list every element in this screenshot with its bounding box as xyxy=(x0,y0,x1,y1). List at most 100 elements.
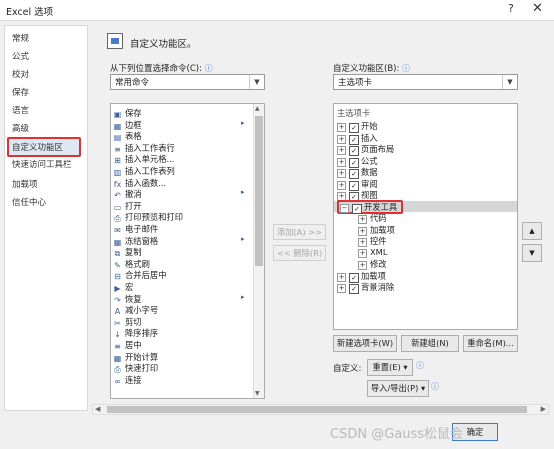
command-list-item[interactable]: A 减小字号 xyxy=(113,304,159,316)
expand-icon[interactable]: + xyxy=(358,248,367,258)
new-group-button[interactable]: 新建组(N) xyxy=(401,335,459,352)
watermark: CSDN @Gauss松鼠会 xyxy=(330,427,464,442)
tree-header: 主选项卡 xyxy=(337,108,371,118)
tree-node-label: 公式 xyxy=(361,155,378,166)
command-label: 开始计算 xyxy=(125,351,159,362)
command-list-item[interactable]: ⎙ 快速打印 xyxy=(113,362,158,374)
command-list-item[interactable]: ≡ 居中 xyxy=(113,339,141,351)
command-list-item[interactable]: ▥ 插入工作表列 xyxy=(113,165,175,177)
commands-scroll-thumb[interactable] xyxy=(255,116,263,266)
ribbon-group-node[interactable]: + 加载项 xyxy=(358,224,395,236)
horizontal-scroll-thumb[interactable] xyxy=(107,406,527,413)
command-label: 减小字号 xyxy=(125,305,159,316)
ribbon-group-node[interactable]: + 修改 xyxy=(358,258,387,270)
customize-ribbon-dropdown[interactable]: 主选项卡 ▼ xyxy=(333,74,518,90)
command-list-item[interactable]: ↶ 撤消 ▸ xyxy=(113,188,244,200)
tree-node-label: 开始 xyxy=(361,121,378,131)
command-list-item[interactable]: ∞ 连接 xyxy=(113,374,141,386)
customize-ribbon-icon xyxy=(107,33,123,49)
command-list-item[interactable]: fx 插入函数... xyxy=(113,177,166,189)
remove-button[interactable]: << 删除(R) xyxy=(273,245,326,261)
command-list-item[interactable]: ▶ 宏 xyxy=(113,281,133,293)
ribbon-tab-node[interactable]: + ✓ 插入 xyxy=(337,132,378,145)
command-list-item[interactable]: ▦ 冻结窗格 ▸ xyxy=(113,235,245,247)
command-list-item[interactable]: ↷ 恢复 ▸ xyxy=(113,293,244,305)
nav-item-addins[interactable]: 加载项 xyxy=(12,178,38,190)
horizontal-scrollbar[interactable]: ◀ ▶ xyxy=(92,404,549,415)
command-list-item[interactable]: ▦ 开始计算 xyxy=(113,351,159,363)
nav-item-formulas[interactable]: 公式 xyxy=(12,50,29,62)
command-list-item[interactable]: ✉ 电子邮件 xyxy=(113,223,159,235)
tree-node-label: XML xyxy=(370,246,388,257)
command-list-item[interactable]: ▣ 保存 xyxy=(113,107,142,119)
nav-item-trust-center[interactable]: 信任中心 xyxy=(12,196,46,208)
command-list-item[interactable]: ⊟ 合并后居中 xyxy=(113,269,167,281)
command-list-item[interactable]: ↓ 降序排序 xyxy=(113,327,159,339)
tab-checkbox[interactable]: ✓ xyxy=(349,284,359,294)
info-icon: ⓘ xyxy=(204,64,213,73)
tree-node-label: 数据 xyxy=(361,167,378,177)
nav-item-customize-ribbon[interactable]: 自定义功能区 xyxy=(7,137,81,157)
window-title: Excel 选项 xyxy=(6,7,54,18)
command-list-item[interactable]: ✎ 格式刷 xyxy=(113,258,150,270)
command-label: 插入单元格... xyxy=(125,154,175,165)
command-label: 打开 xyxy=(125,200,142,211)
collapse-icon[interactable]: − xyxy=(340,203,349,213)
nav-item-quick-access-toolbar[interactable]: 快速访问工具栏 xyxy=(12,158,72,170)
reset-button[interactable]: 重置(E) ▾ xyxy=(367,359,413,376)
new-tab-button[interactable]: 新建选项卡(W) xyxy=(333,335,397,352)
customize-ribbon-label: 自定义功能区(B): ⓘ xyxy=(333,62,410,74)
command-label: 冻结窗格 xyxy=(125,235,159,246)
ribbon-tab-node[interactable]: + ✓ 加载项 xyxy=(337,270,386,283)
choose-commands-dropdown[interactable]: 常用命令 ▼ xyxy=(110,74,265,90)
commands-scrollbar[interactable]: ▲ ▼ xyxy=(253,104,264,398)
command-list-item[interactable]: ≡ 插入工作表行 xyxy=(113,142,175,154)
ribbon-tab-node[interactable]: + ✓ 数据 xyxy=(337,166,378,179)
ribbon-group-node[interactable]: + 控件 xyxy=(358,235,387,247)
command-list-item[interactable]: ⧉ 复制 xyxy=(113,246,142,258)
options-nav: 常规 公式 校对 保存 语言 高级 自定义功能区 快速访问工具栏 加载项 信任中… xyxy=(4,25,88,411)
command-label: 打印预览和打印 xyxy=(125,212,184,223)
move-down-button[interactable]: ▼ xyxy=(522,244,542,262)
command-label: 降序排序 xyxy=(125,328,159,339)
scroll-down-icon[interactable]: ▼ xyxy=(255,390,260,397)
scroll-right-icon[interactable]: ▶ xyxy=(541,405,546,413)
expand-icon[interactable]: + xyxy=(337,284,346,293)
command-list-item[interactable]: ⊞ 插入单元格... xyxy=(113,153,175,165)
command-list-item[interactable]: ▦ 边框 ▸ xyxy=(113,119,245,131)
command-list-item[interactable]: ✂ 剪切 xyxy=(113,316,141,328)
ribbon-tab-node[interactable]: + ✓ 公式 xyxy=(337,155,378,168)
command-label: 电子邮件 xyxy=(125,224,159,234)
move-up-button[interactable]: ▲ xyxy=(522,222,542,240)
scroll-up-icon[interactable]: ▲ xyxy=(255,105,260,112)
ribbon-group-node[interactable]: + XML xyxy=(358,247,387,258)
scroll-left-icon[interactable]: ◀ xyxy=(95,405,100,413)
submenu-arrow-icon: ▸ xyxy=(241,292,245,301)
ribbon-group-node[interactable]: + 代码 xyxy=(358,212,387,224)
add-button[interactable]: 添加(A) >> xyxy=(273,224,326,240)
rename-button[interactable]: 重命名(M)... xyxy=(463,335,518,352)
nav-item-save[interactable]: 保存 xyxy=(12,86,29,98)
command-list-item[interactable]: ▭ 打开 xyxy=(113,200,142,212)
help-icon[interactable]: ? xyxy=(508,2,514,15)
nav-item-proofing[interactable]: 校对 xyxy=(12,68,29,80)
command-label: 合并后居中 xyxy=(125,270,167,281)
import-export-button[interactable]: 导入/导出(P) ▾ xyxy=(367,380,429,397)
command-list-item[interactable]: ⎙ 打印预览和打印 xyxy=(113,211,184,223)
ribbon-tab-node[interactable]: + ✓ 开始 xyxy=(337,120,378,133)
command-list-item[interactable]: ▤ 表格 xyxy=(113,130,142,142)
nav-item-language[interactable]: 语言 xyxy=(12,104,29,116)
command-label: 撤消 xyxy=(125,189,142,200)
ribbon-tab-node[interactable]: + ✓ 视图 xyxy=(337,189,378,202)
chevron-down-icon: ▼ xyxy=(502,75,517,89)
nav-item-advanced[interactable]: 高级 xyxy=(12,122,29,134)
nav-item-general[interactable]: 常规 xyxy=(12,32,29,44)
tree-node-label: 页面布局 xyxy=(361,144,395,154)
ribbon-tab-node[interactable]: + ✓ 审阅 xyxy=(337,178,378,191)
ribbon-tab-node[interactable]: + ✓ 背景消除 xyxy=(337,281,394,294)
title-bar: Excel 选项 ? ✕ xyxy=(0,0,554,21)
ribbon-tab-node[interactable]: − ✓ 开发工具 xyxy=(334,199,517,214)
tree-node-label: 视图 xyxy=(361,190,378,200)
ribbon-tab-node[interactable]: + ✓ 页面布局 xyxy=(337,143,395,156)
close-icon[interactable]: ✕ xyxy=(532,1,543,16)
